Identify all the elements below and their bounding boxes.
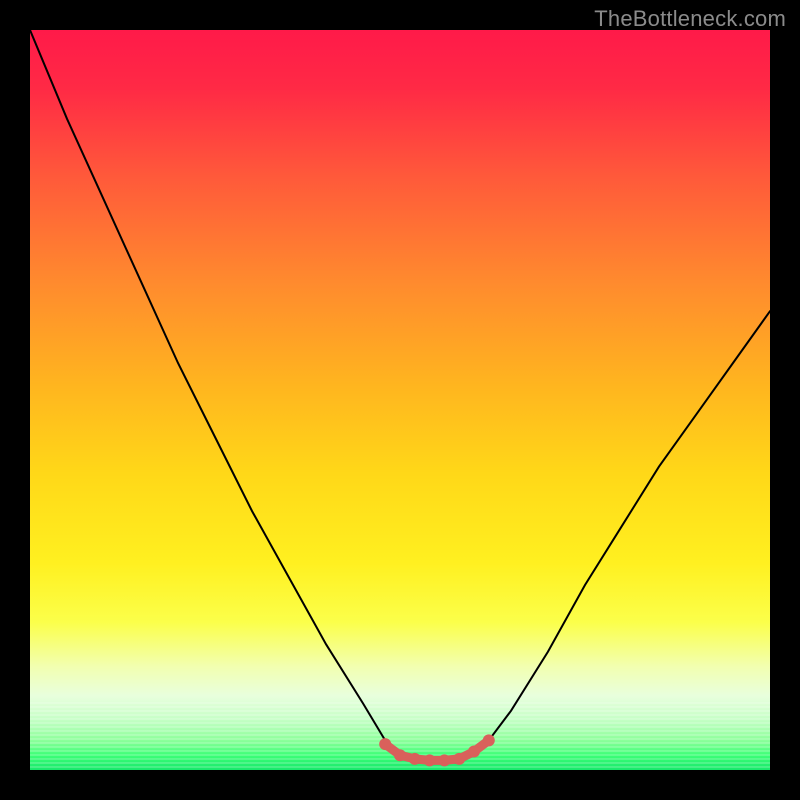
- chart-frame: TheBottleneck.com: [0, 0, 800, 800]
- optimal-marker-dot: [483, 734, 495, 746]
- optimal-marker-dot: [438, 754, 450, 766]
- bottleneck-curve-svg: [30, 30, 770, 770]
- optimal-marker-dot: [394, 749, 406, 761]
- optimal-marker-dot: [468, 746, 480, 758]
- optimal-marker-dot: [379, 738, 391, 750]
- optimal-marker-dot: [424, 754, 436, 766]
- bottleneck-curve: [30, 30, 770, 763]
- optimal-marker-dot: [409, 753, 421, 765]
- optimal-marker: [379, 734, 495, 766]
- plot-area: [30, 30, 770, 770]
- attribution-watermark: TheBottleneck.com: [594, 6, 786, 32]
- optimal-marker-dot: [453, 753, 465, 765]
